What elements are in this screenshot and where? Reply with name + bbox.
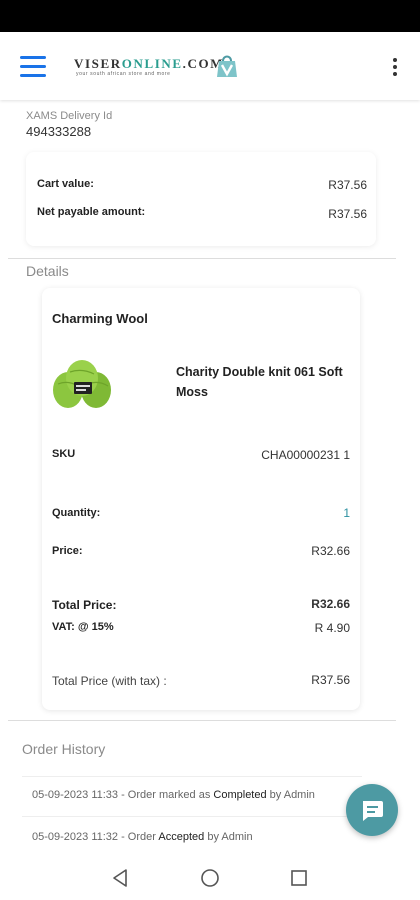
price-value: R32.66 bbox=[311, 544, 350, 558]
divider bbox=[8, 720, 396, 721]
details-section-title: Details bbox=[26, 263, 69, 279]
chat-bubble-icon bbox=[363, 801, 383, 821]
price-label: Price: bbox=[52, 545, 83, 557]
status-bar bbox=[0, 0, 420, 32]
home-circle-icon[interactable] bbox=[198, 866, 222, 890]
delivery-id-label: XAMS Delivery Id bbox=[26, 110, 113, 122]
quantity-value: 1 bbox=[343, 506, 350, 520]
divider bbox=[8, 258, 396, 259]
site-logo[interactable]: VISERONLINE.COM your south african store… bbox=[74, 52, 244, 82]
yarn-skein-image[interactable] bbox=[52, 354, 114, 412]
brand-name: Charming Wool bbox=[52, 311, 148, 326]
vat-value: R 4.90 bbox=[314, 621, 350, 635]
order-item-card: Charming Wool Charity Double knit 061 So… bbox=[42, 288, 360, 710]
net-payable-value: R37.56 bbox=[328, 207, 367, 221]
cart-value-label: Cart value: bbox=[37, 178, 94, 190]
sku-value: CHA00000231 1 bbox=[261, 448, 350, 462]
shopping-bag-icon bbox=[217, 55, 237, 77]
back-triangle-icon[interactable] bbox=[108, 866, 132, 890]
order-history-section-title: Order History bbox=[22, 741, 106, 757]
divider bbox=[22, 816, 362, 817]
total-with-tax-label: Total Price (with tax) : bbox=[52, 674, 167, 688]
more-vertical-icon[interactable] bbox=[392, 58, 398, 76]
total-price-label: Total Price: bbox=[52, 598, 117, 612]
net-payable-label: Net payable amount: bbox=[37, 206, 146, 218]
app-bar: VISERONLINE.COM your south african store… bbox=[0, 32, 420, 100]
recents-square-icon[interactable] bbox=[287, 866, 311, 890]
delivery-id-value: 494333288 bbox=[26, 124, 92, 139]
logo-wordmark: VISERONLINE.COM bbox=[74, 56, 225, 71]
total-price-value: R32.66 bbox=[311, 597, 350, 611]
logo-tagline: your south african store and more bbox=[76, 71, 171, 77]
vat-label: VAT: @ 15% bbox=[52, 621, 114, 633]
chat-button[interactable] bbox=[346, 784, 398, 836]
total-with-tax-value: R37.56 bbox=[311, 673, 350, 687]
quantity-label: Quantity: bbox=[52, 507, 101, 519]
system-navigation-bar bbox=[0, 856, 420, 900]
divider bbox=[22, 776, 362, 777]
sku-label: SKU bbox=[52, 448, 76, 460]
product-name[interactable]: Charity Double knit 061 Soft Moss bbox=[176, 362, 346, 402]
history-entry: 05-09-2023 11:32 - Order Accepted by Adm… bbox=[32, 831, 253, 843]
hamburger-menu-icon[interactable] bbox=[20, 56, 46, 78]
history-entry: 05-09-2023 11:33 - Order marked as Compl… bbox=[32, 789, 315, 801]
cart-value: R37.56 bbox=[328, 178, 367, 192]
cart-summary-card: Cart value: R37.56 Net payable amount: R… bbox=[26, 152, 376, 246]
